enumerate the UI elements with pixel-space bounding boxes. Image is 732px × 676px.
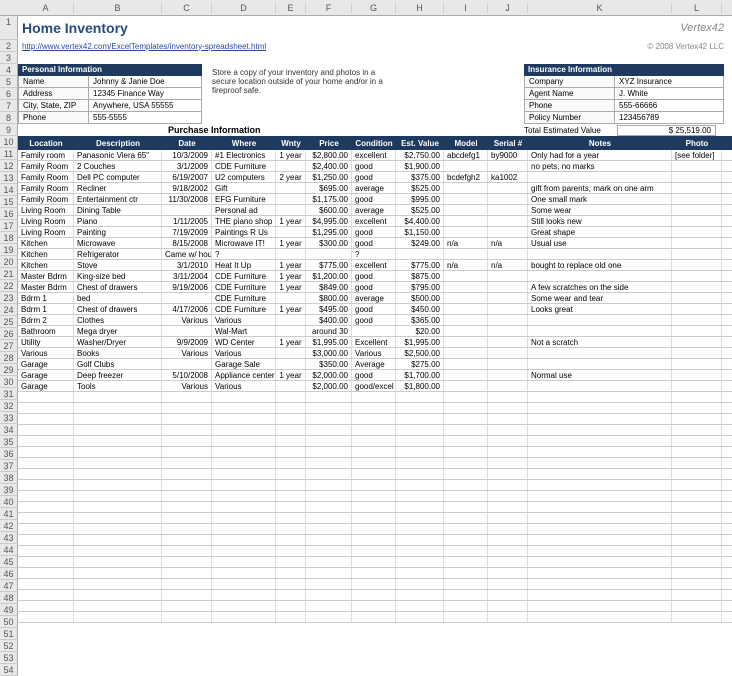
table-row[interactable]: Living RoomPiano1/11/2005THE piano shop1… bbox=[18, 216, 732, 227]
table-row[interactable]: GarageToolsVariousVarious$2,000.00good/e… bbox=[18, 381, 732, 392]
page-title: Home Inventory bbox=[18, 20, 128, 36]
table-row[interactable]: Family RoomEntertainment ctr11/30/2008EF… bbox=[18, 194, 732, 205]
table-row[interactable] bbox=[18, 392, 732, 403]
table-row[interactable] bbox=[18, 502, 732, 513]
table-row[interactable]: KitchenStove3/1/2010Heat It Up1 year$775… bbox=[18, 260, 732, 271]
table-row[interactable] bbox=[18, 447, 732, 458]
table-row[interactable] bbox=[18, 590, 732, 601]
insurance-info-block: Insurance Information CompanyXYZ Insuran… bbox=[524, 64, 724, 124]
table-row[interactable] bbox=[18, 601, 732, 612]
table-row[interactable]: Master BdrmKing-size bed3/11/2004CDE Fur… bbox=[18, 271, 732, 282]
table-row[interactable]: KitchenRefrigeratorCame w/ hou?? bbox=[18, 249, 732, 260]
table-row[interactable] bbox=[18, 579, 732, 590]
table-row[interactable]: KitchenMicrowave8/15/2008Microwave IT!1 … bbox=[18, 238, 732, 249]
table-row[interactable] bbox=[18, 546, 732, 557]
table-row[interactable] bbox=[18, 524, 732, 535]
table-row[interactable]: Bdrm 1Chest of drawers4/17/2006CDE Furni… bbox=[18, 304, 732, 315]
template-link[interactable]: http://www.vertex42.com/ExcelTemplates/i… bbox=[18, 42, 266, 51]
table-row[interactable]: VariousBooksVariousVarious$3,000.00Vario… bbox=[18, 348, 732, 359]
table-row[interactable]: Family roomPanasonic Viera 65"10/3/2009#… bbox=[18, 150, 732, 161]
copyright-text: © 2008 Vertex42 LLC bbox=[647, 42, 724, 51]
table-row[interactable] bbox=[18, 557, 732, 568]
table-row[interactable]: GarageDeep freezer5/10/2008Appliance cen… bbox=[18, 370, 732, 381]
column-headers: ABCDEFGHIJKL bbox=[0, 0, 732, 16]
table-row[interactable]: Master BdrmChest of drawers9/19/2006CDE … bbox=[18, 282, 732, 293]
grid-header-row: LocationDescriptionDateWhereWntyPriceCon… bbox=[18, 136, 732, 150]
total-value: $ 25,519.00 bbox=[617, 125, 716, 136]
table-row[interactable]: UtilityWasher/Dryer9/9/2009WD Center1 ye… bbox=[18, 337, 732, 348]
table-row[interactable] bbox=[18, 568, 732, 579]
table-row[interactable] bbox=[18, 425, 732, 436]
table-row[interactable]: BathroomMega dryerWal-Martaround 30$20.0… bbox=[18, 326, 732, 337]
table-row[interactable]: Living RoomPainting7/19/2009Paintings R … bbox=[18, 227, 732, 238]
table-row[interactable]: Family RoomDell PC computer6/19/2007U2 c… bbox=[18, 172, 732, 183]
table-row[interactable] bbox=[18, 469, 732, 480]
table-row[interactable]: Living RoomDining TablePersonal ad$600.0… bbox=[18, 205, 732, 216]
table-row[interactable] bbox=[18, 535, 732, 546]
personal-header: Personal Information bbox=[18, 64, 202, 76]
table-row[interactable] bbox=[18, 513, 732, 524]
table-row[interactable] bbox=[18, 436, 732, 447]
table-row[interactable] bbox=[18, 480, 732, 491]
table-row[interactable] bbox=[18, 491, 732, 502]
table-row[interactable]: Bdrm 2ClothesVariousVarious$400.00good$3… bbox=[18, 315, 732, 326]
personal-info-block: Personal Information NameJohnny & Janie … bbox=[18, 64, 202, 124]
store-note: Store a copy of your inventory and photo… bbox=[202, 64, 402, 124]
total-label: Total Estimated Value bbox=[524, 126, 613, 135]
vertex42-logo: Vertex42 bbox=[680, 22, 724, 34]
table-row[interactable] bbox=[18, 414, 732, 425]
table-row[interactable] bbox=[18, 612, 732, 623]
table-row[interactable]: GarageGolf ClubsGarage Sale$350.00Averag… bbox=[18, 359, 732, 370]
insurance-header: Insurance Information bbox=[524, 64, 724, 76]
table-row[interactable] bbox=[18, 403, 732, 414]
table-row[interactable]: Family Room2 Couches3/1/2009CDE Furnitur… bbox=[18, 161, 732, 172]
table-row[interactable] bbox=[18, 458, 732, 469]
table-row[interactable]: Family RoomRecliner9/18/2002Gift$695.00a… bbox=[18, 183, 732, 194]
data-grid[interactable]: Family roomPanasonic Viera 65"10/3/2009#… bbox=[18, 150, 732, 623]
table-row[interactable]: Bdrm 1bedCDE Furniture$800.00average$500… bbox=[18, 293, 732, 304]
row-numbers: 1234567891011121314151617181920212223242… bbox=[0, 16, 18, 676]
